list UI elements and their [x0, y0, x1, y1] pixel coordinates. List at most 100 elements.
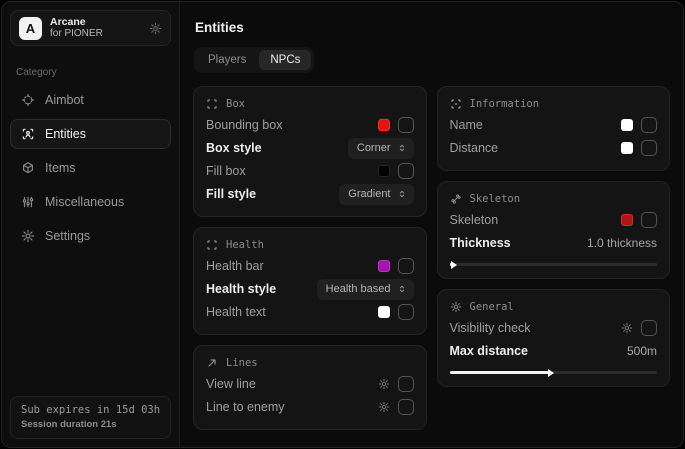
row-controls [621, 140, 657, 156]
setting-row-bounding-box: Bounding box [206, 114, 414, 136]
checkbox[interactable] [398, 163, 414, 179]
health-card: Health Health bar Health style Health ba… [193, 227, 427, 335]
dropdown-value: Health based [326, 283, 391, 295]
row-controls [621, 212, 657, 228]
setting-label: Visibility check [450, 321, 531, 335]
setting-row-thickness: Thickness 1.0 thickness [450, 232, 658, 254]
slider-fill [450, 263, 452, 266]
brand-card: A Arcane for PIONER [10, 10, 171, 46]
sidebar-item-items[interactable]: Items [10, 153, 171, 183]
color-swatch[interactable] [378, 119, 390, 131]
setting-row-box-style: Box style Corner [206, 137, 414, 159]
setting-row-max-distance: Max distance 500m [450, 340, 658, 362]
color-swatch[interactable] [378, 260, 390, 272]
color-swatch[interactable] [621, 214, 633, 226]
setting-label: Skeleton [450, 213, 499, 227]
crop-corners-icon [206, 239, 218, 251]
setting-label: Health text [206, 305, 266, 319]
slider-track[interactable] [450, 263, 658, 266]
gear-icon [21, 229, 35, 243]
sidebar-item-entities[interactable]: Entities [10, 119, 171, 149]
checkbox[interactable] [641, 212, 657, 228]
slider-track[interactable] [450, 371, 658, 374]
unfold-icon [397, 143, 407, 153]
main-content: Entities Players NPCs Box Bounding box [180, 2, 683, 447]
setting-label: Line to enemy [206, 400, 285, 414]
sidebar-item-aimbot[interactable]: Aimbot [10, 85, 171, 115]
setting-label: Thickness [450, 236, 511, 250]
setting-label: Distance [450, 141, 499, 155]
row-controls [378, 163, 414, 179]
checkbox[interactable] [398, 258, 414, 274]
general-card-header: General [450, 298, 658, 316]
entities-scan-icon [21, 127, 35, 141]
checkbox[interactable] [641, 117, 657, 133]
unfold-icon [397, 284, 407, 294]
checkbox[interactable] [398, 117, 414, 133]
color-swatch[interactable] [378, 165, 390, 177]
checkbox[interactable] [641, 320, 657, 336]
setting-label: Fill style [206, 187, 256, 201]
setting-row-view-line: View line [206, 373, 414, 395]
setting-label: View line [206, 377, 256, 391]
gear-icon[interactable] [378, 378, 390, 390]
crosshair-icon [21, 93, 35, 107]
slider-thumb[interactable] [548, 369, 554, 377]
setting-label: Health bar [206, 259, 264, 273]
setting-row-line-to-enemy: Line to enemy [206, 396, 414, 418]
checkbox[interactable] [641, 140, 657, 156]
skeleton-card: Skeleton Skeleton Thickness 1.0 thicknes… [437, 181, 671, 279]
package-icon [21, 161, 35, 175]
tab-players[interactable]: Players [197, 50, 257, 70]
color-swatch[interactable] [621, 119, 633, 131]
slider-thumb[interactable] [451, 261, 457, 269]
setting-row-skeleton: Skeleton [450, 209, 658, 231]
color-swatch[interactable] [621, 142, 633, 154]
bone-icon [450, 193, 462, 205]
sidebar-spacer [2, 253, 179, 388]
setting-row-health-style: Health style Health based [206, 278, 414, 300]
row-controls [378, 258, 414, 274]
sidebar-item-settings[interactable]: Settings [10, 221, 171, 251]
tab-npcs[interactable]: NPCs [259, 50, 311, 70]
card-title: Box [226, 98, 245, 110]
setting-row-fill-style: Fill style Gradient [206, 183, 414, 205]
fill-style-dropdown[interactable]: Gradient [339, 184, 413, 205]
thickness-slider[interactable] [450, 261, 658, 267]
max-distance-slider[interactable] [450, 369, 658, 375]
row-controls [378, 304, 414, 320]
information-card: Information Name Distance [437, 86, 671, 171]
checkbox[interactable] [398, 399, 414, 415]
lines-card: Lines View line Line to enemy [193, 345, 427, 430]
diagonal-arrow-icon [206, 357, 218, 369]
box-card-header: Box [206, 95, 414, 113]
sidebar-item-miscellaneous[interactable]: Miscellaneous [10, 187, 171, 217]
slider-fill [450, 371, 550, 374]
setting-label: Health style [206, 282, 276, 296]
checkbox[interactable] [398, 376, 414, 392]
color-swatch[interactable] [378, 306, 390, 318]
setting-label: Name [450, 118, 483, 132]
scan-dot-icon [450, 98, 462, 110]
category-label: Category [16, 67, 165, 78]
app-window: A Arcane for PIONER Category Aimbot Enti… [1, 1, 684, 448]
row-controls [621, 117, 657, 133]
checkbox[interactable] [398, 304, 414, 320]
lines-card-header: Lines [206, 354, 414, 372]
box-style-dropdown[interactable]: Corner [348, 138, 414, 159]
gear-icon[interactable] [378, 401, 390, 413]
card-title: General [470, 301, 514, 313]
sub-expiry-text: Sub expires in 15d 03h [21, 404, 160, 416]
brand-logo: A [19, 17, 42, 40]
entity-type-tabs: Players NPCs [194, 47, 314, 73]
gear-icon[interactable] [621, 322, 633, 334]
setting-row-health-text: Health text [206, 301, 414, 323]
dropdown-value: Gradient [348, 188, 390, 200]
gear-icon[interactable] [149, 22, 162, 35]
health-style-dropdown[interactable]: Health based [317, 279, 414, 300]
left-column: Box Bounding box Box style Corner [193, 86, 427, 430]
card-title: Health [226, 239, 264, 251]
page-title: Entities [195, 20, 670, 35]
sidebar-item-label: Settings [45, 229, 90, 243]
row-controls [621, 320, 657, 336]
